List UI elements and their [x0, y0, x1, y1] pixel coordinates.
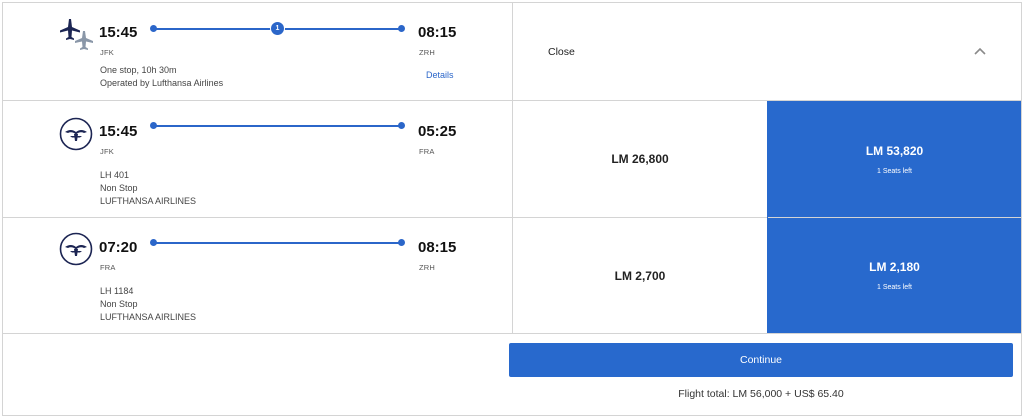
chevron-up-icon[interactable]	[973, 46, 987, 56]
route-line	[153, 242, 401, 244]
departure-airport: JFK	[100, 48, 114, 57]
route-end-dot	[398, 239, 405, 246]
arrival-airport: ZRH	[419, 263, 436, 272]
departure-time: 15:45	[99, 24, 138, 41]
departure-airport: FRA	[100, 263, 116, 272]
arrival-time: 08:15	[418, 24, 457, 41]
route-line	[153, 125, 401, 127]
departure-time: 15:45	[99, 123, 138, 140]
departure-airport: JFK	[100, 147, 114, 156]
flight-number: LH 1184	[100, 286, 134, 296]
flight-details-panel: 15:45 JFK 08:15 ZRH 1 One stop, 10h 30m …	[2, 2, 1022, 416]
stops-text: Non Stop	[100, 183, 138, 193]
seats-left-text: 1 Seats left	[876, 284, 913, 291]
lufthansa-logo-icon	[59, 117, 93, 151]
flight-segment-2: 07:20 FRA 08:15 ZRH LH 1184 Non Stop LUF…	[3, 218, 513, 334]
airline-name: LUFTHANSA AIRLINES	[100, 196, 197, 206]
fare-price: LM 2,180	[869, 260, 920, 274]
flight-segment-1: 15:45 JFK 05:25 FRA LH 401 Non Stop LUFT…	[3, 101, 513, 217]
arrival-airport: FRA	[419, 147, 435, 156]
departure-time: 07:20	[99, 239, 138, 256]
continue-button[interactable]: Continue	[509, 343, 1013, 377]
fare-option-selected[interactable]: LM 2,180 1 Seats left	[768, 218, 1021, 333]
fare-price: LM 53,820	[865, 143, 924, 158]
fare-option-standard[interactable]: LM 2,700	[513, 218, 767, 333]
operator-text: Operated by Lufthansa Airlines	[100, 78, 224, 88]
itinerary-summary: 15:45 JFK 08:15 ZRH 1 One stop, 10h 30m …	[3, 3, 513, 100]
connecting-planes-icon	[60, 19, 93, 50]
segment-meta: LH 401 Non Stop LUFTHANSA AIRLINES	[100, 169, 196, 208]
close-label[interactable]: Close	[548, 46, 575, 58]
fare-price: LM 26,800	[611, 152, 669, 166]
seats-left-text: 1 Seats left	[876, 167, 913, 175]
arrival-time: 08:15	[418, 239, 457, 256]
fare-price: LM 2,700	[614, 268, 666, 283]
airline-name: LUFTHANSA AIRLINES	[100, 312, 197, 322]
lufthansa-logo-icon	[59, 232, 93, 266]
segment-meta: LH 1184 Non Stop LUFTHANSA AIRLINES	[100, 285, 196, 324]
stops-text: Non Stop	[100, 299, 138, 309]
arrival-airport: ZRH	[419, 48, 436, 57]
flight-number: LH 401	[100, 170, 130, 180]
duration-text: One stop, 10h 30m	[100, 65, 177, 75]
fare-option-selected[interactable]: LM 53,820 1 Seats left	[768, 101, 1021, 217]
fare-option-standard[interactable]: LM 26,800	[513, 101, 767, 217]
route-end-dot	[398, 122, 405, 129]
flight-total: Flight total: LM 56,000 + US$ 65.40	[678, 388, 844, 400]
stop-count-badge: 1	[270, 21, 285, 36]
trip-meta: One stop, 10h 30m Operated by Lufthansa …	[100, 64, 223, 90]
details-link[interactable]: Details	[426, 70, 454, 80]
arrival-time: 05:25	[418, 123, 457, 140]
route-end-dot	[398, 25, 405, 32]
